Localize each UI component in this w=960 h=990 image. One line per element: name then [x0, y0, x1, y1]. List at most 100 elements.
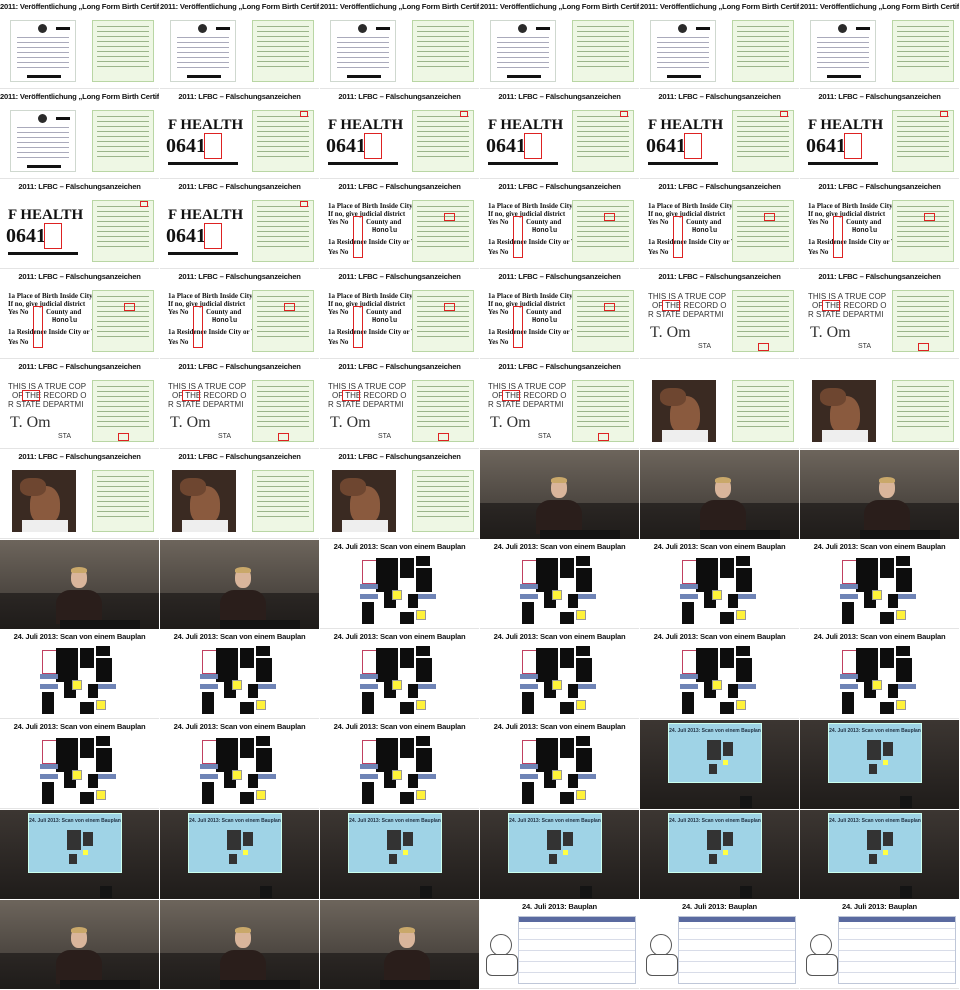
doc-line — [256, 211, 310, 212]
doc-line — [576, 141, 630, 142]
plan-block — [216, 648, 238, 682]
doc-line — [416, 66, 470, 67]
screen-plan-block — [867, 740, 881, 760]
zoom-text-residence: 1a Residence Inside City or T — [168, 328, 256, 336]
seal-icon — [358, 24, 367, 33]
plan-block — [202, 692, 214, 714]
thumbnail-frame: 24. Juli 2013: Scan von einem Bauplan — [0, 720, 159, 809]
podium — [220, 980, 300, 989]
highlight-box-small — [918, 343, 929, 351]
doc-line — [256, 486, 310, 487]
plan-label — [840, 584, 858, 589]
doc-line — [256, 311, 310, 312]
doc-line — [736, 316, 790, 317]
text-line — [817, 57, 869, 58]
zoom-text-place: 1a Place of Birth Inside City — [168, 292, 253, 300]
plan-table — [678, 916, 796, 984]
thumbnail-frame: 2011: LFBC – Fälschungsanzeichen THIS IS … — [0, 360, 159, 449]
doc-line — [896, 321, 950, 322]
note-yellow — [712, 680, 722, 690]
slide-title: 2011: LFBC – Fälschungsanzeichen — [18, 272, 141, 281]
doc-line — [256, 516, 310, 517]
note-yellow — [256, 790, 266, 800]
doc-line — [256, 476, 310, 477]
highlight-box-small — [124, 303, 135, 311]
doc-line — [256, 306, 310, 307]
shirt — [22, 520, 68, 532]
table-row — [519, 939, 635, 940]
doc-line — [896, 156, 950, 157]
slide-title: 2011: Veröffentlichung „Long Form Birth … — [320, 2, 479, 11]
doc-line — [416, 421, 470, 422]
projection-screen: 24. Juli 2013: Scan von einem Bauplan — [188, 813, 282, 873]
doc-line — [896, 131, 950, 132]
highlight-box — [502, 390, 520, 401]
doc-line — [256, 131, 310, 132]
thumbnail-frame: 2011: LFBC – Fälschungsanzeichen 1a Place… — [480, 180, 639, 269]
text-line — [17, 52, 69, 53]
doc-line — [736, 141, 790, 142]
zoom-text-yes-no-2: Yes No — [168, 338, 189, 346]
plan-block — [736, 658, 752, 682]
slide-title: 2011: LFBC – Fälschungsanzeichen — [498, 362, 621, 371]
doc-line — [896, 136, 950, 137]
projection-screen: 24. Juli 2013: Scan von einem Bauplan — [508, 813, 602, 873]
seal-icon — [518, 24, 527, 33]
text-line — [337, 62, 389, 63]
doc-line — [96, 516, 150, 517]
signature-text: T. Om — [490, 414, 531, 431]
zoom-text-county: County and — [526, 218, 562, 226]
podium — [100, 886, 112, 898]
doc-line — [896, 416, 950, 417]
doc-line — [576, 406, 630, 407]
plan-label — [360, 764, 378, 769]
frame-separator — [320, 268, 479, 269]
slide-title: 24. Juli 2013: Bauplan — [522, 902, 597, 911]
doc-line — [256, 221, 310, 222]
plan-block — [880, 702, 894, 714]
slide-title: 2011: Veröffentlichung „Long Form Birth … — [160, 2, 319, 11]
plan-block — [408, 594, 418, 608]
frame-separator — [320, 88, 479, 89]
frame-separator — [0, 718, 159, 719]
floor-plan — [840, 554, 920, 626]
table-row — [679, 928, 795, 929]
slide-title: 2011: LFBC – Fälschungsanzeichen — [818, 92, 941, 101]
frame-separator — [480, 628, 639, 629]
doc-line — [736, 326, 790, 327]
slide-title: 24. Juli 2013: Scan von einem Bauplan — [653, 542, 786, 551]
zoom-text-yes-no: Yes No — [8, 308, 29, 316]
text-line — [17, 147, 69, 148]
doc-line — [576, 66, 630, 67]
signature-text: T. Om — [330, 414, 371, 431]
table-row — [679, 961, 795, 962]
doc-line — [416, 231, 470, 232]
plan-label — [680, 594, 698, 599]
doc-line — [96, 301, 150, 302]
doc-line — [256, 226, 310, 227]
certificate-page — [732, 380, 794, 442]
thumbnail-frame: 2011: LFBC – Fälschungsanzeichen THIS IS … — [160, 360, 319, 449]
screen-plan-block — [403, 832, 413, 846]
thumbnail-frame: 24. Juli 2013: Scan von einem Bauplan — [640, 540, 799, 629]
plan-block — [522, 602, 534, 624]
doc-line — [416, 36, 470, 37]
plan-block — [522, 692, 534, 714]
doc-line — [416, 416, 470, 417]
zoom-text-district: If no, give judicial district — [8, 300, 86, 308]
footer-bar — [347, 75, 381, 78]
podium — [60, 620, 140, 629]
zoom-text-yes-no-2: Yes No — [328, 248, 349, 256]
doc-line — [576, 136, 630, 137]
doc-line — [576, 151, 630, 152]
plan-block — [896, 646, 910, 656]
thumbnail-frame — [160, 540, 319, 629]
note-yellow — [72, 680, 82, 690]
certificate-page — [92, 20, 154, 82]
plan-block — [896, 556, 910, 566]
slide-title: 24. Juli 2013: Scan von einem Bauplan — [813, 542, 946, 551]
text-line — [17, 157, 69, 158]
speaker-figure — [864, 500, 910, 534]
thumbnail-frame: 24. Juli 2013: Scan von einem Bauplan24.… — [480, 810, 639, 899]
zoom-text-health: F HEALTH — [168, 117, 244, 133]
